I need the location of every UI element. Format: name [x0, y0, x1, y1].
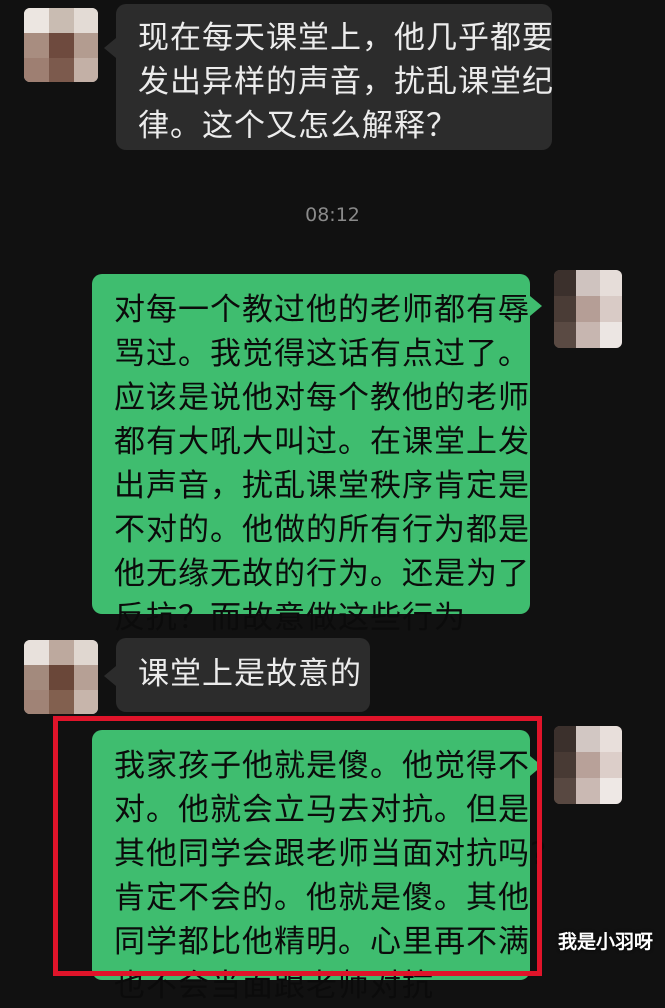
my-avatar[interactable] [554, 270, 622, 348]
message-line: 反抗？而故意做这些行为 [114, 600, 466, 636]
message-line: 课堂上是故意的 [138, 656, 362, 692]
contact-avatar[interactable] [24, 8, 98, 82]
my-avatar[interactable] [554, 726, 622, 804]
bubble-tail [104, 38, 116, 58]
message-bubble[interactable]: 对每一个教过他的老师都有辱 骂过。我觉得这话有点过了。 应该是说他对每个教他的老… [92, 274, 530, 636]
message-line: 现在每天课堂上，他几乎都要 [138, 20, 554, 56]
message-line: 对每一个教过他的老师都有辱 [114, 292, 530, 328]
message-line: 骂过。我觉得这话有点过了。 [114, 336, 530, 372]
message-bubble[interactable]: 课堂上是故意的 [116, 638, 370, 712]
message-line: 发出异样的声音，扰乱课堂纪 [138, 64, 554, 100]
highlight-frame [53, 716, 542, 976]
bubble-tail [530, 296, 542, 316]
message-line: 都有大吼大叫过。在课堂上发 [114, 424, 530, 460]
message-bubble[interactable]: 现在每天课堂上，他几乎都要 发出异样的声音，扰乱课堂纪 律。这个又怎么解释？ [116, 4, 554, 150]
message-timestamp: 08:12 [305, 204, 360, 226]
message-line: 不对的。他做的所有行为都是 [114, 512, 530, 548]
message-line: 他无缘无故的行为。还是为了 [114, 556, 530, 592]
watermark: 我是小羽呀 [557, 931, 653, 953]
message-line: 应该是说他对每个教他的老师 [114, 380, 530, 416]
bubble-tail [104, 666, 116, 686]
message-line: 律。这个又怎么解释？ [138, 108, 458, 144]
contact-avatar[interactable] [24, 640, 98, 714]
message-line: 出声音，扰乱课堂秩序肯定是 [114, 468, 530, 504]
